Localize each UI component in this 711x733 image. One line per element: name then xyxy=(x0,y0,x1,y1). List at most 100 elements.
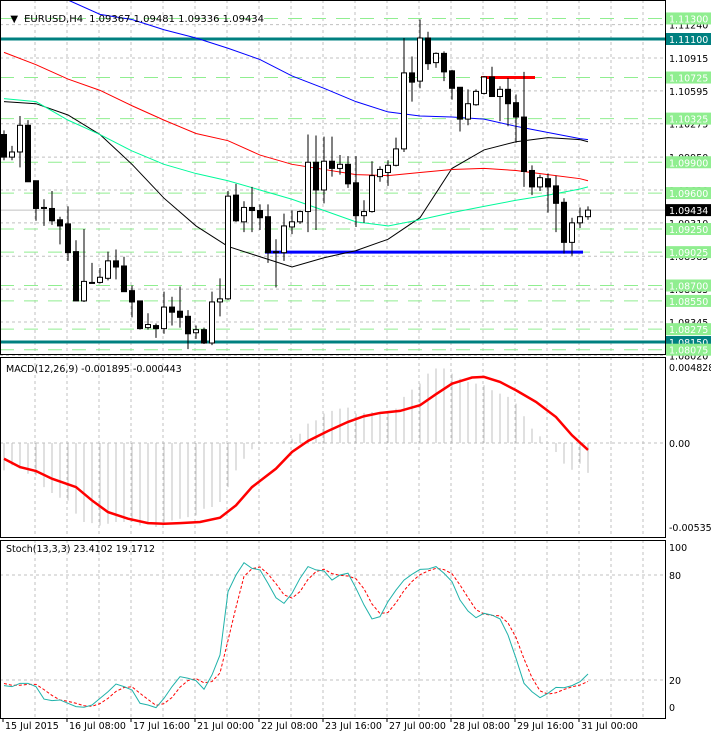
candle-bearish xyxy=(513,102,519,118)
candle-bullish xyxy=(297,211,303,223)
time-label: 29 Jul 16:00 xyxy=(517,721,574,732)
candle-bearish xyxy=(177,310,183,318)
time-label: 22 Jul 08:00 xyxy=(261,721,318,732)
collapse-arrow-icon[interactable]: ▼ xyxy=(10,14,18,25)
candle-bearish xyxy=(345,163,351,185)
candle-bullish xyxy=(209,301,215,344)
candle-bullish xyxy=(377,168,383,178)
candle-bullish xyxy=(105,260,111,279)
candle-bearish xyxy=(169,306,175,313)
candle-bearish xyxy=(553,185,559,204)
candle-bullish xyxy=(577,216,583,224)
candle-bearish xyxy=(505,88,511,105)
price-level-label: 1.10325 xyxy=(669,115,708,126)
price-axis[interactable]: 1.112401.109151.105951.102751.099501.096… xyxy=(666,12,711,714)
candle-bearish xyxy=(265,216,271,254)
candle-bearish xyxy=(529,169,535,188)
ohlc-values: 1.09367 1.09481 1.09336 1.09434 xyxy=(89,14,265,25)
stoch-panel: Stoch(13,3,3) 23.4102 19.1712 xyxy=(0,544,665,709)
candle-bullish xyxy=(473,90,479,106)
chart-header: ▼ EURUSD,H4 1.09367 1.09481 1.09336 1.0943… xyxy=(4,3,270,25)
candle-bearish xyxy=(185,315,191,335)
time-label: 31 Jul 00:00 xyxy=(581,721,638,732)
candle-bearish xyxy=(233,194,239,222)
time-label: 27 Jul 00:00 xyxy=(389,721,446,732)
candle-bearish xyxy=(561,201,567,243)
price-level-label: 1.08075 xyxy=(669,346,708,357)
candle-bullish xyxy=(305,161,311,213)
time-label: 17 Jul 16:00 xyxy=(133,721,190,732)
candle-bearish xyxy=(409,72,415,83)
price-level-label: 1.08275 xyxy=(669,325,708,336)
candle-bearish xyxy=(153,325,159,330)
time-label: 28 Jul 08:00 xyxy=(453,721,510,732)
stoch-tick-label: 20 xyxy=(669,676,681,687)
candle-bearish xyxy=(41,206,47,209)
candle-bullish xyxy=(9,151,15,158)
candle-bearish xyxy=(33,180,39,209)
candle-bearish xyxy=(137,300,143,330)
time-axis[interactable]: 15 Jul 2015 16 Jul 08:00 17 Jul 16:00 21 Ju… xyxy=(2,718,638,732)
price-tick-label: 1.10915 xyxy=(669,54,708,65)
candle-bearish xyxy=(49,207,55,222)
time-label: 16 Jul 08:00 xyxy=(69,721,126,732)
candle-bearish xyxy=(65,223,71,254)
candle-bearish xyxy=(249,206,255,212)
time-label: 15 Jul 2015 xyxy=(5,721,59,732)
stoch-tick-label: 100 xyxy=(669,543,687,554)
time-label: 21 Jul 00:00 xyxy=(197,721,254,732)
price-level-label: 1.08700 xyxy=(669,282,708,293)
stoch-main-line xyxy=(3,562,589,709)
candle-bullish xyxy=(81,280,87,302)
price-level-label: 1.09600 xyxy=(669,189,708,200)
candle-bullish xyxy=(361,211,367,217)
candle-bearish xyxy=(489,76,495,98)
candle-bearish xyxy=(313,161,319,191)
candle-bullish xyxy=(225,195,231,300)
price-level-label: 1.09025 xyxy=(669,248,708,259)
candle-bearish xyxy=(1,134,7,158)
stoch-title: Stoch(13,3,3) 23.4102 19.1712 xyxy=(6,544,155,555)
candle-bullish xyxy=(433,52,439,64)
candle-bearish xyxy=(521,116,527,172)
candle-bullish xyxy=(385,164,391,174)
price-level-label: 1.09250 xyxy=(669,225,708,236)
candle-bullish xyxy=(217,298,223,303)
candle-bullish xyxy=(537,177,543,188)
candle-bullish xyxy=(89,281,95,284)
macd-tick-label: 0.004828 xyxy=(669,363,711,374)
candle-bullish xyxy=(337,163,343,169)
grid xyxy=(0,0,665,718)
candle-bearish xyxy=(457,86,463,120)
candle-bearish xyxy=(73,251,79,302)
symbol-label: EURUSD,H4 xyxy=(24,14,84,25)
price-level-label: 1.09900 xyxy=(669,158,708,169)
candle-bullish xyxy=(417,37,423,82)
candle-bearish xyxy=(545,178,551,188)
candle-bullish xyxy=(241,206,247,223)
stoch-tick-label: 80 xyxy=(669,571,681,582)
candlesticks xyxy=(1,19,591,350)
candle-bullish xyxy=(569,222,575,243)
panel-frames xyxy=(0,0,666,719)
price-level-label: 1.11300 xyxy=(669,14,708,25)
candle-bullish xyxy=(145,324,151,329)
candle-bullish xyxy=(585,209,591,218)
price-tick-label: 1.10595 xyxy=(669,87,708,98)
candle-bearish xyxy=(273,251,279,254)
price-level-label: 1.08550 xyxy=(669,297,708,308)
moving-average-line xyxy=(3,101,589,268)
macd-tick-label: 0.00 xyxy=(669,439,690,450)
candle-bullish xyxy=(401,72,407,150)
panel-border xyxy=(0,540,666,719)
candle-bullish xyxy=(393,148,399,166)
horizontal-levels xyxy=(0,17,665,351)
candle-bullish xyxy=(17,124,23,153)
candle-bullish xyxy=(281,225,287,254)
candle-bullish xyxy=(97,276,103,283)
time-label: 23 Jul 16:00 xyxy=(325,721,382,732)
current-price-label: 1.09434 xyxy=(669,206,708,217)
candle-bullish xyxy=(497,88,503,98)
stoch-tick-label: 0 xyxy=(669,703,675,714)
candle-bullish xyxy=(321,160,327,191)
